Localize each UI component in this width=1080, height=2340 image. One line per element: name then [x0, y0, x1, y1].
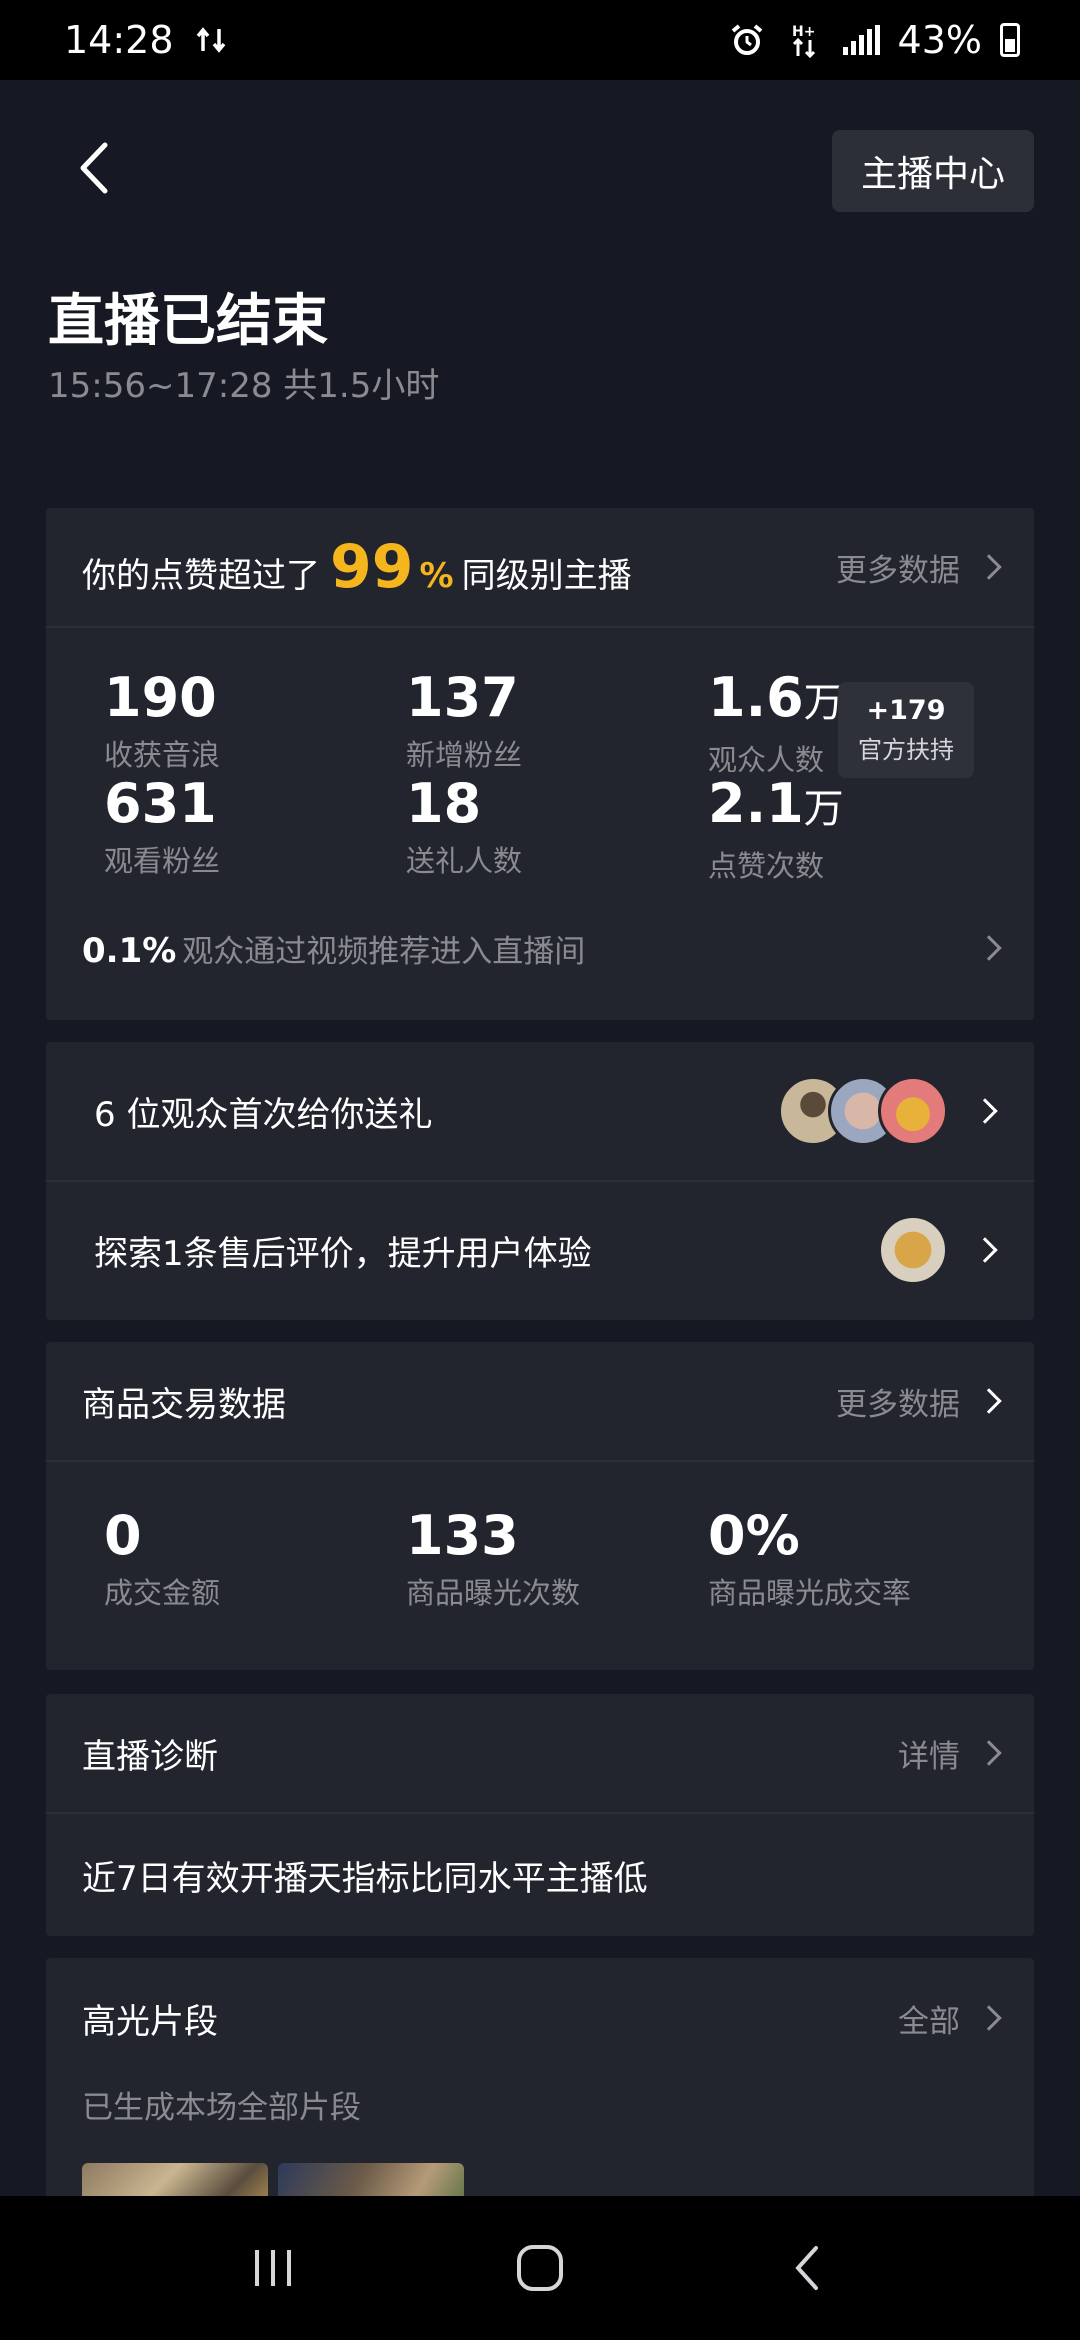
- diagnosis-card: 直播诊断 详情 近7日有效开播天指标比同水平主播低: [46, 1694, 1034, 1936]
- stat-value: 137: [406, 666, 519, 729]
- details-label: 详情: [898, 1738, 960, 1775]
- data-transfer-icon: [192, 20, 232, 60]
- highlights-subtitle: 已生成本场全部片段: [82, 2090, 361, 2126]
- stat-label: 新增粉丝: [406, 738, 523, 772]
- system-back-button[interactable]: [767, 2228, 847, 2308]
- stat-viewers: 1.6万 观众人数: [708, 668, 844, 779]
- likes-rank-percent-sign: %: [419, 556, 454, 596]
- highlights-header[interactable]: 高光片段 全部: [46, 1958, 1034, 2078]
- stat-value: 2.1: [708, 772, 804, 835]
- likes-rank-prefix: 你的点赞超过了: [82, 556, 320, 596]
- avatar: [878, 1076, 948, 1146]
- stat-product-impressions: 133 商品曝光次数: [406, 1506, 580, 1612]
- alarm-icon: [727, 20, 767, 60]
- trade-more-data-link[interactable]: 更多数据: [836, 1379, 1002, 1424]
- chevron-right-icon: [976, 1388, 1002, 1414]
- diagnosis-text: 近7日有效开播天指标比同水平主播低: [82, 1858, 648, 1899]
- anchor-center-button[interactable]: 主播中心: [832, 130, 1034, 212]
- more-data-label: 更多数据: [836, 552, 960, 589]
- chevron-right-icon: [972, 1098, 998, 1124]
- stat-sound-waves: 190 收获音浪: [104, 668, 220, 774]
- system-nav-bar: [0, 2196, 1080, 2340]
- after-sales-text: 探索1条售后评价，提升用户体验: [94, 1233, 592, 1274]
- after-sales-review-row[interactable]: 探索1条售后评价，提升用户体验: [46, 1180, 1034, 1318]
- video-referral-row[interactable]: 0.1% 观众通过视频推荐进入直播间: [82, 888, 1002, 1008]
- stat-label: 观看粉丝: [104, 844, 221, 878]
- status-time: 14:28: [64, 18, 174, 62]
- likes-rank-row[interactable]: 你的点赞超过了 99 % 同级别主播 更多数据: [46, 508, 1034, 628]
- stat-new-followers: 137 新增粉丝: [406, 668, 522, 774]
- status-bar: 14:28 H+ 43%: [0, 0, 1080, 80]
- chevron-right-icon: [976, 554, 1002, 580]
- highlights-all-link[interactable]: 全部: [898, 1996, 1002, 2041]
- chevron-left-icon: [80, 142, 108, 194]
- live-stats-card: 你的点赞超过了 99 % 同级别主播 更多数据 190 收获音浪 137 新增粉…: [46, 508, 1034, 1020]
- chevron-right-icon: [976, 2005, 1002, 2031]
- boost-value: +179: [866, 695, 946, 726]
- network-icon: H+: [785, 20, 825, 60]
- signal-icon: [842, 25, 880, 55]
- first-gift-text: 6 位观众首次给你送礼: [94, 1094, 433, 1135]
- trade-stats-grid: 0 成交金额 133 商品曝光次数 0% 商品曝光成交率: [46, 1462, 1034, 1672]
- likes-rank-suffix: 同级别主播: [461, 556, 632, 596]
- stat-label: 收获音浪: [104, 738, 221, 772]
- diagnosis-header[interactable]: 直播诊断 详情: [46, 1694, 1034, 1814]
- stat-likes: 2.1万 点赞次数: [708, 774, 844, 885]
- stat-follower-views: 631 观看粉丝: [104, 774, 220, 880]
- referral-percent: 0.1%: [82, 930, 177, 971]
- back-icon: [794, 2246, 818, 2290]
- stat-label: 商品曝光成交率: [708, 1576, 912, 1610]
- more-data-link[interactable]: 更多数据: [836, 545, 1002, 590]
- battery-percent: 43%: [897, 18, 982, 62]
- highlights-title: 高光片段: [82, 2001, 218, 2042]
- page-title: 直播已结束: [48, 289, 328, 354]
- trade-title: 商品交易数据: [82, 1384, 286, 1425]
- official-boost-badge[interactable]: +179 官方扶持: [838, 682, 974, 778]
- all-label: 全部: [898, 2003, 960, 2040]
- diagnosis-details-link[interactable]: 详情: [898, 1731, 1002, 1776]
- stat-value: 133: [406, 1504, 519, 1567]
- stat-value: 18: [406, 772, 482, 835]
- likes-rank-text: 你的点赞超过了 99 % 同级别主播: [82, 532, 632, 602]
- live-duration: 15:56~17:28 共1.5小时: [48, 366, 440, 406]
- stats-grid: 190 收获音浪 137 新增粉丝 1.6万 观众人数 +179 官方扶持 63…: [46, 628, 1034, 1008]
- chevron-right-icon: [976, 1740, 1002, 1766]
- first-gift-row[interactable]: 6 位观众首次给你送礼: [46, 1042, 1034, 1180]
- avatar: [878, 1215, 948, 1285]
- stat-label: 成交金额: [104, 1576, 221, 1610]
- trade-data-card: 商品交易数据 更多数据 0 成交金额 133 商品曝光次数 0% 商品曝光成交率: [46, 1342, 1034, 1670]
- boost-label: 官方扶持: [858, 736, 954, 764]
- battery-icon: [1000, 23, 1020, 57]
- stat-label: 点赞次数: [708, 849, 825, 883]
- stat-value: 190: [104, 666, 217, 729]
- stat-value: 631: [104, 772, 217, 835]
- more-data-label: 更多数据: [836, 1386, 960, 1423]
- home-button[interactable]: [500, 2228, 580, 2308]
- stat-value: 0%: [708, 1504, 800, 1567]
- trade-header[interactable]: 商品交易数据 更多数据: [46, 1342, 1034, 1462]
- chevron-right-icon: [972, 1237, 998, 1263]
- stat-label: 送礼人数: [406, 844, 523, 878]
- recent-apps-icon: [255, 2250, 292, 2286]
- back-button[interactable]: [72, 138, 116, 198]
- likes-rank-percent: 99: [330, 532, 414, 602]
- stat-unit: 万: [803, 786, 844, 832]
- referral-text: 观众通过视频推荐进入直播间: [182, 933, 586, 970]
- chevron-right-icon: [976, 935, 1002, 961]
- svg-text:H+: H+: [792, 24, 815, 40]
- gifter-avatars: [778, 1076, 948, 1146]
- stat-value: 0: [104, 1504, 142, 1567]
- home-icon: [516, 2245, 563, 2291]
- recent-apps-button[interactable]: [233, 2228, 313, 2308]
- stat-gmv: 0 成交金额: [104, 1506, 220, 1612]
- stat-gift-senders: 18 送礼人数: [406, 774, 522, 880]
- diagnosis-title: 直播诊断: [82, 1736, 218, 1777]
- stat-value: 1.6: [708, 666, 804, 729]
- highlights-card: 高光片段 全部 已生成本场全部片段: [46, 1958, 1034, 2229]
- stat-conversion-rate: 0% 商品曝光成交率: [708, 1506, 911, 1612]
- stat-label: 商品曝光次数: [406, 1576, 581, 1610]
- notices-card: 6 位观众首次给你送礼 探索1条售后评价，提升用户体验: [46, 1042, 1034, 1320]
